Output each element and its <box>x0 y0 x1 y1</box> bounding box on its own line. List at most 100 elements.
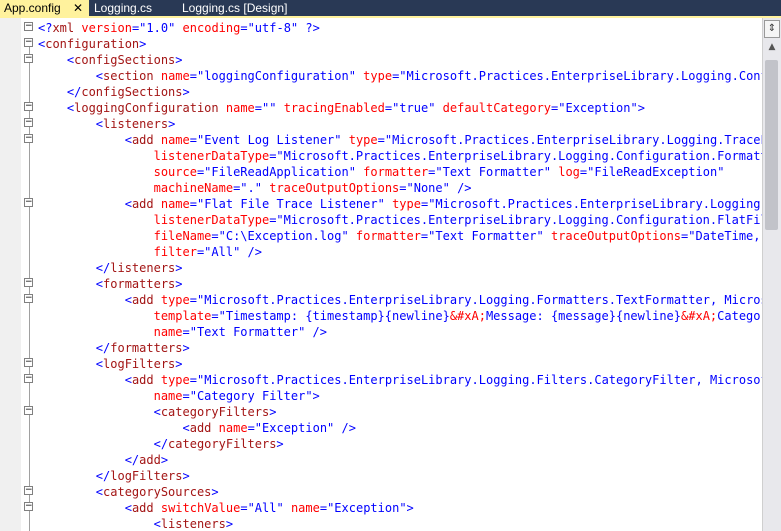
collapse-icon[interactable]: − <box>24 54 33 63</box>
code-line[interactable]: <add name="Flat File Trace Listener" typ… <box>38 196 762 212</box>
collapse-icon[interactable]: − <box>24 118 33 127</box>
code-line[interactable]: <add type="Microsoft.Practices.Enterpris… <box>38 372 762 388</box>
code-line[interactable]: <listeners> <box>38 116 176 132</box>
code-line[interactable]: listenerDataType="Microsoft.Practices.En… <box>38 212 762 228</box>
collapse-icon[interactable]: − <box>24 406 33 415</box>
collapse-icon[interactable]: − <box>24 358 33 367</box>
code-token: None <box>413 181 443 195</box>
code-line[interactable]: </listeners> <box>38 260 183 276</box>
code-token: =" <box>269 149 284 163</box>
code-line[interactable]: </formatters> <box>38 340 190 356</box>
collapse-icon[interactable]: − <box>24 374 33 383</box>
code-token: > <box>175 261 183 275</box>
code-line[interactable]: fileName="C:\Exception.log" formatter="T… <box>38 228 762 244</box>
collapse-icon[interactable]: − <box>24 198 33 207</box>
scroll-thumb[interactable] <box>765 60 778 230</box>
tab-app-config[interactable]: App.config ✕ <box>0 0 89 16</box>
code-line[interactable]: <listeners> <box>38 516 234 531</box>
code-line[interactable]: source="FileReadApplication" formatter="… <box>38 164 725 180</box>
code-token: log <box>558 165 580 179</box>
code-line[interactable]: </configSections> <box>38 84 190 100</box>
code-line[interactable]: name="Text Formatter" /> <box>38 324 327 340</box>
xml-code-editor[interactable]: <?xml version="1.0" encoding="utf-8" ?> <… <box>38 18 762 531</box>
code-token: Timestamp: {timestamp}{newline} <box>225 309 450 323</box>
code-line[interactable]: template="Timestamp: {timestamp}{newline… <box>38 308 762 324</box>
collapse-icon[interactable]: − <box>24 22 33 31</box>
code-token: < <box>182 421 190 435</box>
collapse-icon[interactable]: − <box>24 278 33 287</box>
code-token: =" <box>189 197 205 211</box>
code-token: loggingConfiguration <box>74 101 219 115</box>
code-line[interactable]: <logFilters> <box>38 356 183 372</box>
code-token: FileReadException <box>594 165 718 179</box>
code-token: > <box>160 453 169 467</box>
code-token: Category Filter <box>196 389 306 403</box>
code-token: =" <box>182 325 197 339</box>
code-token: formatter <box>363 165 429 179</box>
code-token: template <box>153 309 212 323</box>
code-token: formatters <box>110 341 183 355</box>
code-token: " /> <box>327 421 356 435</box>
code-line[interactable]: machineName="." traceOutputOptions="None… <box>38 180 472 196</box>
code-line[interactable]: <configuration> <box>38 36 146 52</box>
code-token: Microsoft.Practices.EnterpriseLibrary.Lo… <box>204 373 762 387</box>
close-icon[interactable]: ✕ <box>73 0 83 16</box>
code-token: Microsoft.Practices.EnterpriseLibrary.Lo… <box>283 149 762 163</box>
code-line[interactable]: name="Category Filter"> <box>38 388 320 404</box>
tab-logging-cs[interactable]: Logging.cs <box>90 0 178 16</box>
tab-label: Logging.cs <box>94 1 153 15</box>
code-token: =" <box>377 133 393 147</box>
code-token: > <box>182 341 190 355</box>
code-line[interactable]: <categoryFilters> <box>38 404 277 420</box>
code-token: type <box>363 69 393 83</box>
code-token: </ <box>153 437 169 451</box>
collapse-icon[interactable]: − <box>24 502 33 511</box>
code-token: < <box>124 293 132 307</box>
code-line[interactable]: </logFilters> <box>38 468 190 484</box>
code-token: > <box>182 85 190 99</box>
code-token: name <box>218 421 248 435</box>
code-token: Event Log Listener <box>204 133 335 147</box>
collapse-icon[interactable]: − <box>24 102 33 111</box>
code-token: =" <box>240 501 255 515</box>
code-line[interactable]: <add name="Exception" /> <box>38 420 356 436</box>
split-icon[interactable]: ⇕ <box>764 20 780 38</box>
code-line[interactable]: filter="All" /> <box>38 244 262 260</box>
code-token: Text Formatter <box>196 325 299 339</box>
chevron-up-icon[interactable]: ▲ <box>766 42 778 54</box>
code-line[interactable]: </categoryFilters> <box>38 436 284 452</box>
code-line[interactable]: listenerDataType="Microsoft.Practices.En… <box>38 148 762 164</box>
code-line[interactable]: <configSections> <box>38 52 183 68</box>
code-token: <? <box>38 21 53 35</box>
code-line[interactable]: <add name="Event Log Listener" type="Mic… <box>38 132 762 148</box>
code-token: tracingEnabled <box>283 101 385 115</box>
code-line[interactable]: <formatters> <box>38 276 183 292</box>
code-line[interactable]: <categorySources> <box>38 484 219 500</box>
vertical-scrollbar[interactable]: ⇕ ▲ <box>762 18 781 531</box>
code-token: Flat File Trace Listener <box>204 197 378 211</box>
collapse-icon[interactable]: − <box>24 294 33 303</box>
collapse-icon[interactable]: − <box>24 38 33 47</box>
collapse-icon[interactable]: − <box>24 134 33 143</box>
code-line[interactable]: <?xml version="1.0" encoding="utf-8" ?> <box>38 20 320 36</box>
code-token: " <box>717 165 725 179</box>
code-token: < <box>95 69 104 83</box>
code-token: add <box>189 421 212 435</box>
code-token: listeners <box>110 261 176 275</box>
code-token: traceOutputOptions <box>269 181 400 195</box>
code-line[interactable]: <section name="loggingConfiguration" typ… <box>38 68 762 84</box>
collapse-icon[interactable]: − <box>24 486 33 495</box>
tab-logging-cs-design[interactable]: Logging.cs [Design] <box>178 0 308 16</box>
code-line[interactable]: <loggingConfiguration name="" tracingEna… <box>38 100 645 116</box>
code-token: C:\Exception.log <box>225 229 342 243</box>
code-line[interactable]: <add type="Microsoft.Practices.Enterpris… <box>38 292 762 308</box>
code-token: > <box>276 437 284 451</box>
code-line[interactable]: <add switchValue="All" name="Exception"> <box>38 500 414 516</box>
code-token: All <box>254 501 277 515</box>
code-line[interactable]: </add> <box>38 452 168 468</box>
